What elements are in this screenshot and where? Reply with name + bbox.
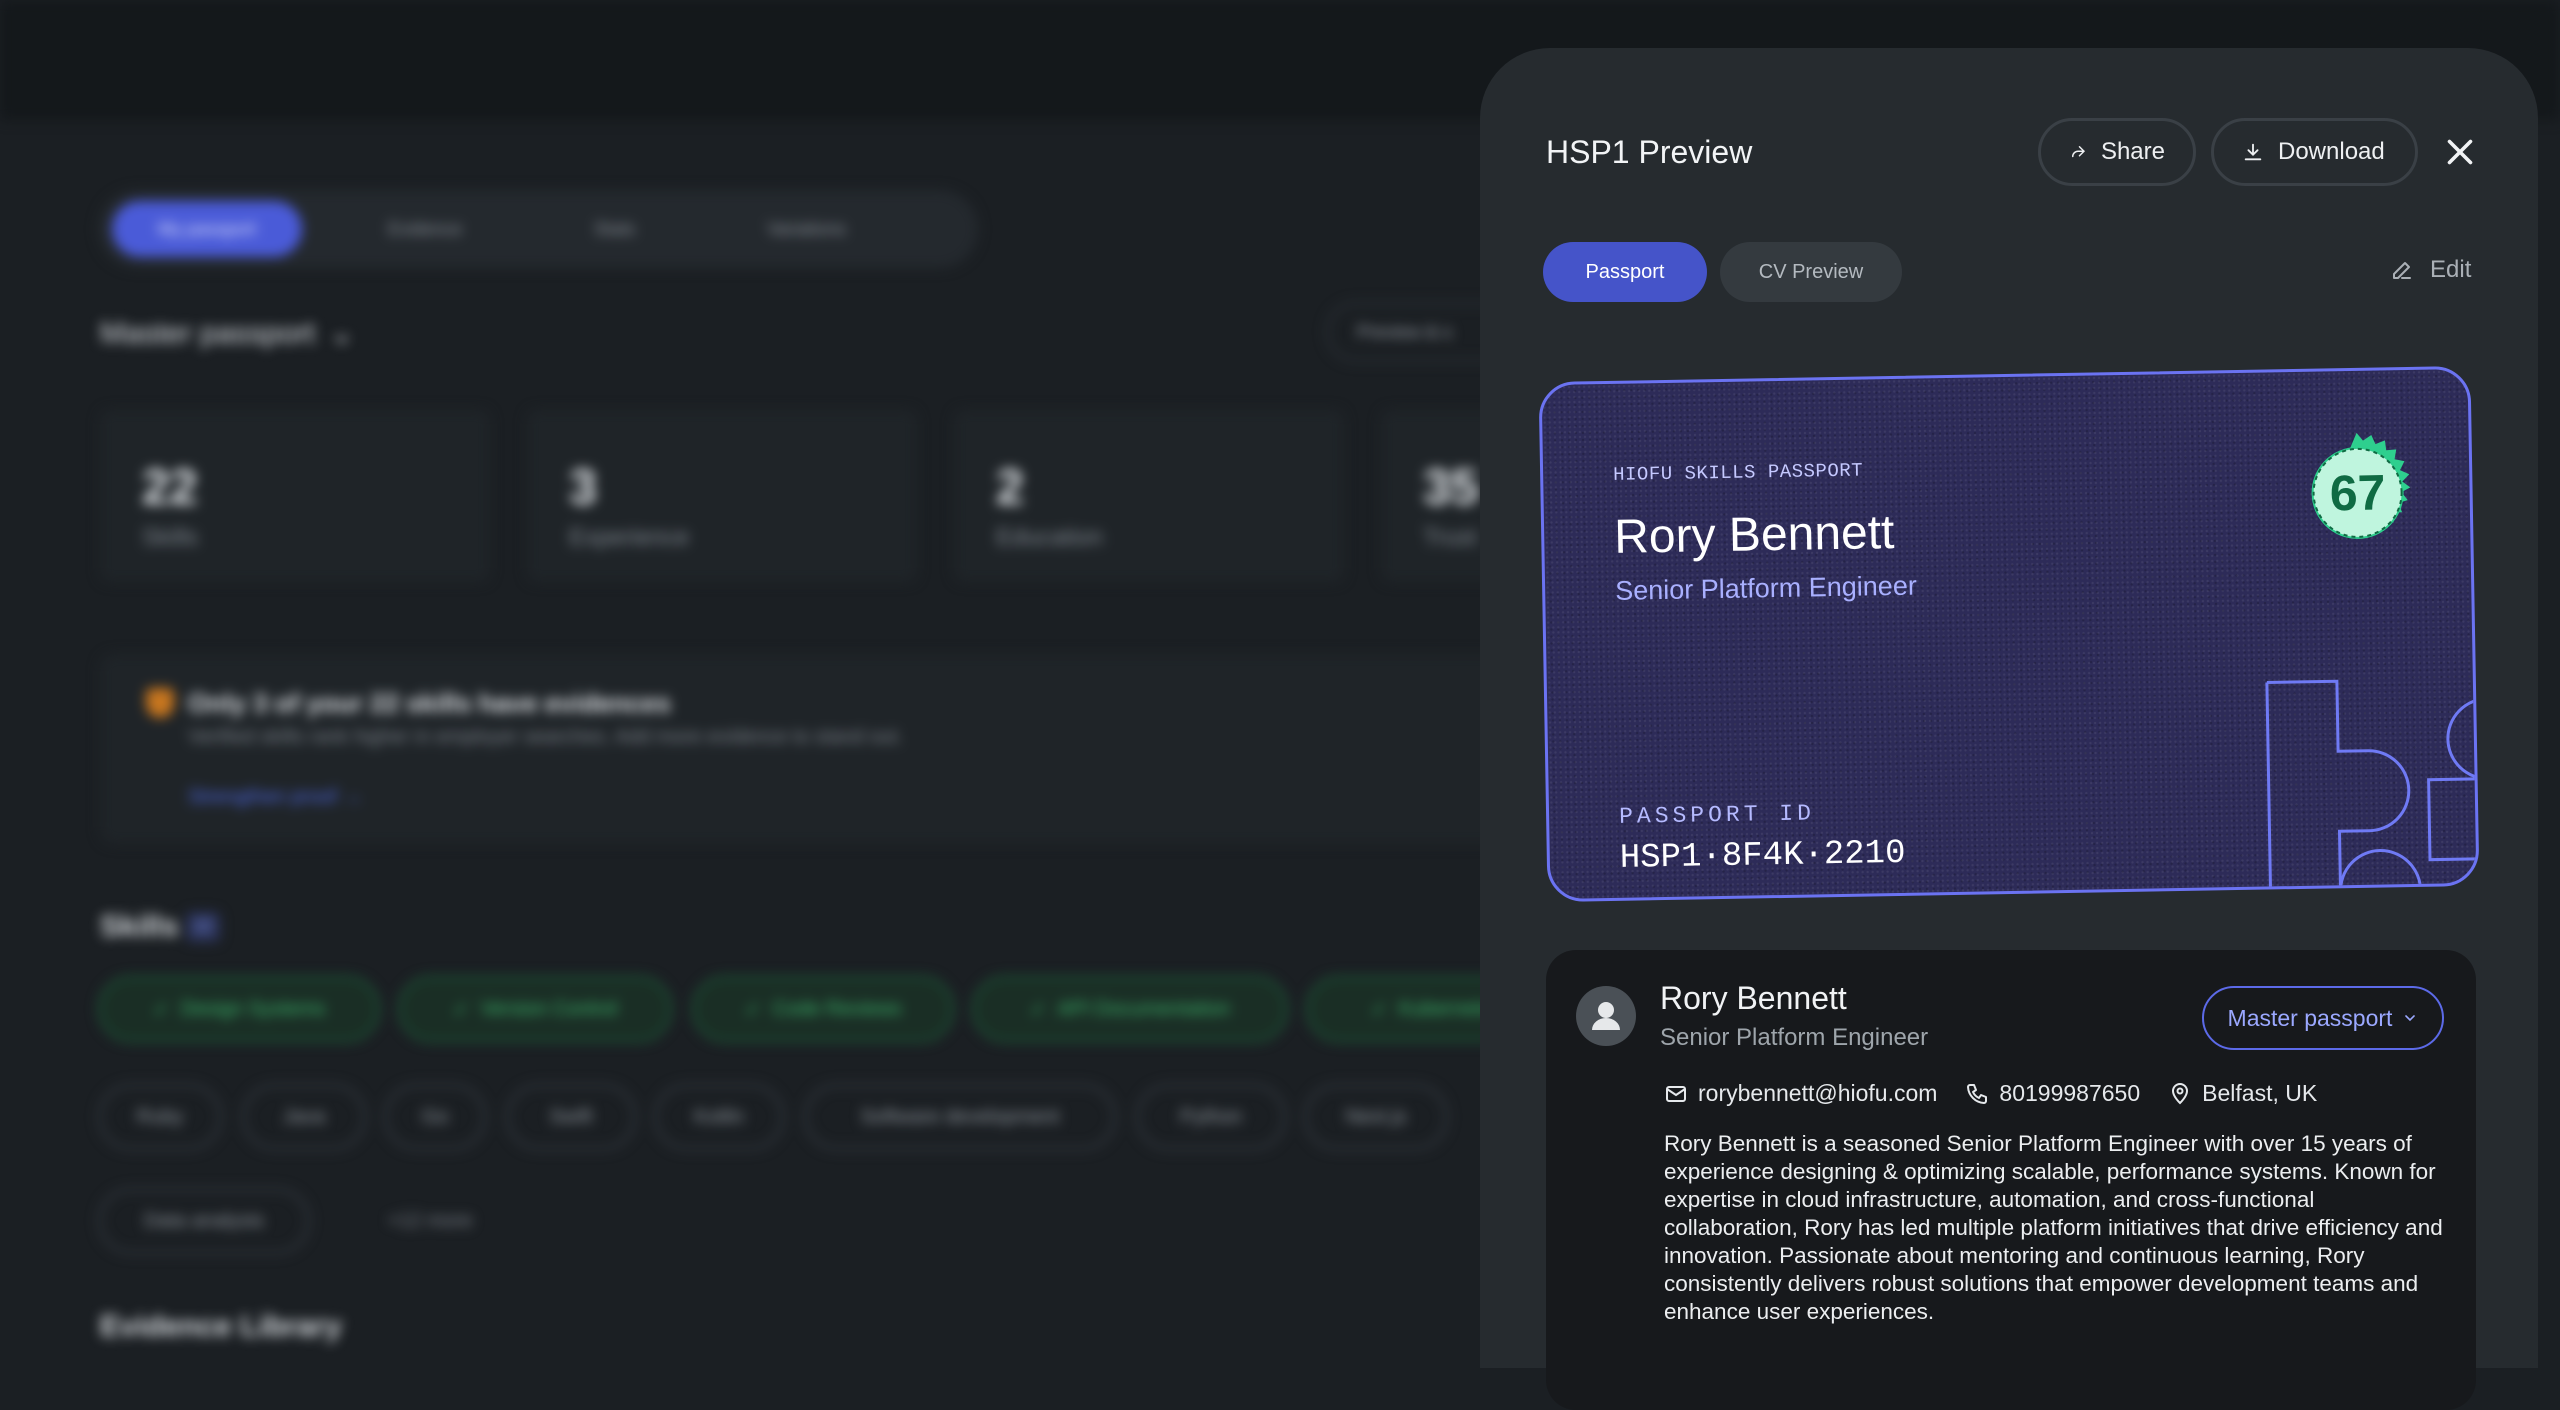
stat-label: Education (996, 524, 1103, 551)
check-icon: ✓ (452, 998, 481, 1021)
nav-variations[interactable]: Variations (721, 201, 892, 257)
phone-icon (1967, 1083, 1988, 1104)
card-role: Senior Platform Engineer (1614, 570, 1918, 606)
phone-text: 80199987650 (1999, 1080, 2141, 1106)
check-icon: ✓ (152, 998, 181, 1021)
card-name: Rory Bennett (1613, 505, 1895, 564)
puzzle-pattern-icon (2265, 679, 2480, 893)
card-kicker: HIOFU SKILLS PASSPORT (1612, 459, 1864, 486)
close-icon[interactable] (2442, 134, 2478, 170)
strengthen-proof-link[interactable]: Strengthen proof → (188, 786, 363, 809)
skill-chip[interactable]: Java (242, 1084, 366, 1150)
check-icon: ✓ (1370, 998, 1399, 1021)
email-text: rorybennett@hiofu.com (1698, 1080, 1938, 1106)
passport-id-value: HSP1·8F4K·2210 (1619, 834, 1906, 878)
notice-title: Only 3 of your 22 skills have evidences (188, 688, 671, 718)
edit-label: Edit (2430, 256, 2472, 283)
passport-selector-label: Master passport (100, 316, 316, 350)
nav-my-passport[interactable]: My passport (112, 201, 303, 257)
share-icon (2071, 146, 2085, 158)
share-label: Share (2100, 138, 2165, 165)
passport-card: HIOFU SKILLS PASSPORT Rory Bennett Senio… (1538, 365, 2480, 903)
stat-card-skills: 22 Skills (100, 410, 490, 582)
stat-label: Experience (569, 524, 690, 551)
profile-role: Senior Platform Engineer (1660, 1024, 1929, 1051)
contact-row: rorybennett@hiofu.com 80199987650 Belfas… (1664, 1080, 2317, 1107)
skill-chip[interactable]: Software development (804, 1084, 1116, 1150)
main-nav: My passport Evidence Stats Variations (98, 190, 978, 268)
skill-label: Version Control (480, 997, 618, 1020)
more-skills-toggle[interactable]: +12 more (360, 1188, 500, 1254)
stat-value: 22 (142, 459, 198, 515)
passport-variant-dropdown[interactable]: Master passport (2202, 986, 2444, 1050)
passport-selector[interactable]: Master passport ⌄ (100, 316, 354, 351)
user-icon (1592, 1002, 1620, 1030)
check-icon: ✓ (1029, 998, 1058, 1021)
skills-count-badge: 22 (186, 912, 220, 942)
profile-card: Rory Bennett Senior Platform Engineer Ma… (1546, 950, 2476, 1410)
download-label: Download (2278, 138, 2385, 165)
download-button[interactable]: Download (2211, 118, 2418, 186)
skill-chip[interactable]: Ruby (98, 1084, 222, 1150)
contact-email: rorybennett@hiofu.com (1664, 1080, 1937, 1107)
skill-label: Code Reviews (772, 997, 902, 1020)
nav-stats[interactable]: Stats (548, 201, 681, 257)
nav-evidence[interactable]: Evidence (342, 201, 508, 257)
stat-card-education: 2 Education (954, 410, 1344, 582)
chevron-down-icon: ⌄ (329, 317, 355, 350)
hsp1-preview-panel: HSP1 Preview Share Download Passport CV … (1480, 48, 2538, 1410)
stat-card-experience: 3 Experience (527, 410, 917, 582)
profile-name: Rory Bennett (1660, 980, 1847, 1016)
skill-chip[interactable]: Data analysis (98, 1188, 310, 1254)
check-icon: ✓ (744, 998, 773, 1021)
passport-id-label: PASSPORT ID (1618, 800, 1816, 830)
stat-label: Trust (1423, 524, 1477, 551)
shield-icon (146, 688, 174, 718)
contact-location: Belfast, UK (2168, 1080, 2317, 1107)
location-text: Belfast, UK (2202, 1080, 2318, 1106)
profile-bio: Rory Bennett is a seasoned Senior Platfo… (1664, 1131, 2443, 1324)
skill-chip-verified[interactable]: ✓ Design Systems (98, 976, 380, 1042)
skill-chip[interactable]: Swift (506, 1084, 636, 1150)
skill-label: API Documentation (1057, 997, 1231, 1020)
tab-cv-preview[interactable]: CV Preview (1720, 242, 1902, 302)
skill-chip[interactable]: Next.js (1304, 1084, 1448, 1150)
mail-icon (1666, 1085, 1686, 1102)
tab-passport[interactable]: Passport (1543, 242, 1707, 302)
skill-chip[interactable]: Kotlin (654, 1084, 784, 1150)
location-pin-icon (2172, 1082, 2189, 1104)
stat-value: 3 (569, 459, 597, 515)
pencil-icon (2393, 262, 2411, 279)
panel-title: HSP1 Preview (1546, 134, 1753, 170)
stat-value: 35 (1423, 459, 1479, 515)
skill-chip-verified[interactable]: ✓ Code Reviews (692, 976, 954, 1042)
variant-label: Master passport (2227, 1004, 2393, 1031)
skill-chip-verified[interactable]: ✓ API Documentation (972, 976, 1288, 1042)
notice-subtitle: Verified skills rank higher in employer … (188, 726, 903, 748)
skills-heading: Skills (100, 910, 179, 943)
contact-phone: 80199987650 (1965, 1080, 2140, 1107)
skill-chip[interactable]: Python (1136, 1084, 1286, 1150)
download-icon (2244, 143, 2262, 161)
skill-chip[interactable]: Go (384, 1084, 486, 1150)
evidence-notice: Only 3 of your 22 skills have evidences … (100, 654, 1540, 844)
stat-label: Skills (142, 524, 199, 551)
skill-chip-verified[interactable]: ✓ Version Control (398, 976, 672, 1042)
share-button[interactable]: Share (2038, 118, 2196, 186)
chevron-down-icon (2405, 1015, 2416, 1022)
score-value: 67 (2329, 464, 2386, 522)
stat-value: 2 (996, 459, 1024, 515)
score-badge: 67 (2295, 430, 2421, 556)
skill-label: Design Systems (180, 997, 326, 1020)
edit-button[interactable]: Edit (2390, 256, 2471, 284)
avatar (1576, 986, 1636, 1046)
